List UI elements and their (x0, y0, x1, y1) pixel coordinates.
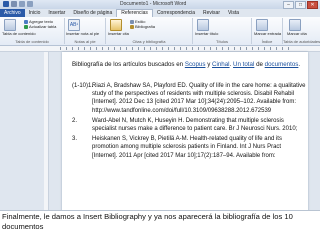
mark-citation-icon (289, 19, 301, 31)
group-label-captions: Títulos (215, 39, 228, 44)
insert-citation-button[interactable]: Insertar cita (108, 19, 129, 36)
bibliography-entry: 3. Heiskanen S, Vickrey B, Pietilä A-M. … (72, 135, 308, 160)
scopus-word: Scopus (184, 61, 206, 68)
minimize-icon[interactable]: – (283, 1, 294, 9)
tab-vista[interactable]: Vista (224, 9, 243, 17)
group-index: Marcar entrada Índice (252, 18, 283, 44)
mark-entry-button[interactable]: Marcar entrada (254, 19, 281, 36)
group-label-index: Índice (261, 39, 273, 44)
entry-text: Heiskanen S, Vickrey B, Pietilä A-M. Hea… (92, 136, 282, 159)
tab-inicio[interactable]: Inicio (25, 9, 45, 17)
tab-insertar[interactable]: Insertar (44, 9, 69, 17)
entry-text: Riazi A, Bradshaw SA, Playford ED. Quali… (92, 83, 306, 114)
insert-caption-button[interactable]: Insertar título (195, 19, 218, 36)
group-toc: Tabla de contenido Agregar texto Actuali… (0, 18, 65, 44)
group-citations: Insertar cita Estilo: Bibliografía Citas… (106, 18, 193, 44)
tab-diseno[interactable]: Diseño de página (69, 9, 116, 17)
insert-footnote-button[interactable]: AB¹ Insertar nota al pie (66, 19, 99, 36)
toc-icon (4, 19, 16, 31)
group-label-toc: Tabla de contenido (15, 39, 49, 44)
word-window: Documento1 - Microsoft Word – □ ✕ Archiv… (0, 0, 320, 211)
window-controls: – □ ✕ (283, 1, 318, 9)
slide-caption: Finalmente, le damos a Insert Bibliograp… (0, 211, 320, 240)
entry-number: 2. (72, 117, 78, 124)
entry-text: Ward-Abel N, Mutch K, Huseyin H. Demonst… (92, 117, 298, 133)
maximize-icon[interactable]: □ (295, 1, 306, 9)
cinhal-word: Cinhal (212, 61, 230, 68)
bibliography-icon (130, 24, 134, 29)
citation-small-buttons: Estilo: Bibliografía (130, 19, 155, 29)
vertical-ruler[interactable] (44, 52, 49, 210)
tab-revisar[interactable]: Revisar (199, 9, 224, 17)
group-authorities: Marcar cita Tabla de autoridades (283, 18, 320, 44)
group-label-citations: Citas y bibliografía (132, 39, 166, 44)
undo-icon[interactable] (19, 1, 25, 7)
bibliography-list: (1-10)1. Riazi A, Bradshaw SA, Playford … (72, 82, 308, 162)
tab-correspondencia[interactable]: Correspondencia (153, 9, 199, 17)
group-label-footnotes: Notas al pie (74, 39, 96, 44)
redo-icon[interactable] (27, 1, 33, 7)
entry-number: (1-10)1. (72, 83, 94, 89)
footnote-icon: AB¹ (68, 19, 80, 31)
bibliography-entry: (1-10)1. Riazi A, Bradshaw SA, Playford … (72, 82, 308, 115)
refresh-icon (24, 24, 28, 29)
close-icon[interactable]: ✕ (307, 1, 318, 9)
add-text-icon (24, 19, 28, 24)
ribbon-referencias: Tabla de contenido Agregar texto Actuali… (0, 17, 320, 46)
ribbon-tabs: Archivo Inicio Insertar Diseño de página… (0, 9, 320, 17)
bibliography-entry: 2. Ward-Abel N, Mutch K, Huseyin H. Demo… (72, 117, 308, 133)
mark-citation-button[interactable]: Marcar cita (287, 19, 307, 36)
tab-referencias[interactable]: Referencias (116, 9, 153, 17)
save-icon[interactable] (11, 1, 17, 7)
title-bar: Documento1 - Microsoft Word – □ ✕ (0, 0, 320, 9)
window-title: Documento1 - Microsoft Word (120, 1, 187, 7)
citation-icon (110, 19, 122, 31)
update-table-button[interactable]: Actualizar tabla (24, 24, 56, 29)
document-page[interactable]: Bibliografía de los artículos buscados e… (62, 52, 308, 210)
toc-small-buttons: Agregar texto Actualizar tabla (24, 19, 56, 29)
quick-access-toolbar (3, 1, 33, 7)
group-footnotes: AB¹ Insertar nota al pie Notas al pie (65, 18, 106, 44)
style-icon (130, 19, 134, 24)
mark-entry-icon (256, 19, 268, 31)
group-label-authorities: Tabla de autoridades (283, 39, 320, 44)
word-logo-icon (3, 1, 9, 7)
tab-archivo[interactable]: Archivo (0, 9, 25, 17)
entry-number: 3. (72, 136, 78, 143)
bibliography-button[interactable]: Bibliografía (130, 24, 155, 29)
caption-icon (197, 19, 209, 31)
document-heading: Bibliografía de los artículos buscados e… (72, 61, 301, 68)
group-captions: Insertar título Títulos (193, 18, 252, 44)
toc-button[interactable]: Tabla de contenido (2, 19, 36, 36)
